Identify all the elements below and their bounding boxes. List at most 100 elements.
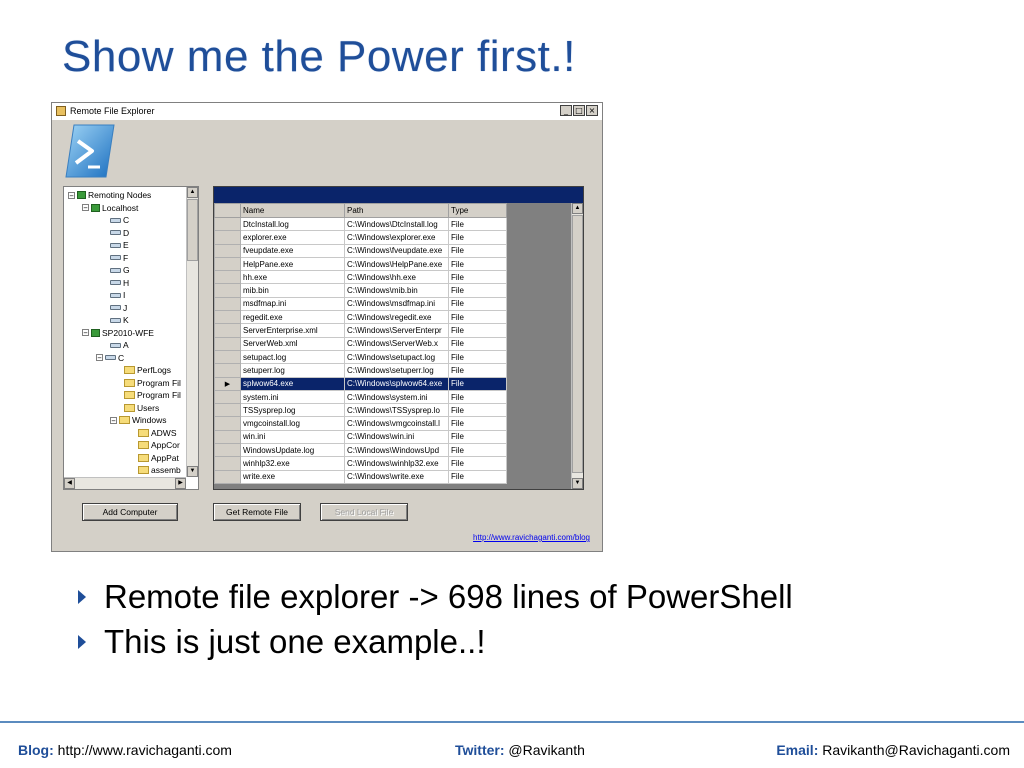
table-row[interactable]: msdfmap.ini C:\Windows\msdfmap.ini File [214,296,507,312]
cell-path[interactable]: C:\Windows\msdfmap.ini [344,296,449,312]
cell-path[interactable]: C:\Windows\WindowsUpd [344,443,449,458]
row-header[interactable] [214,230,241,245]
row-header[interactable] [214,443,241,458]
cell-type[interactable]: File [448,283,507,298]
tree-node-folder[interactable]: AppPat [138,452,179,464]
cell-type[interactable]: File [448,256,507,272]
file-table[interactable]: Name Path Type DtcInstall.log C:\Windows\… [214,203,507,484]
table-row[interactable]: DtcInstall.log C:\Windows\DtcInstall.log F… [214,216,507,232]
scroll-up-icon[interactable]: ▲ [572,203,583,214]
scroll-right-icon[interactable]: ▶ [175,478,186,489]
scroll-up-icon[interactable]: ▲ [187,187,198,198]
tree-node-drive[interactable]: K [110,314,129,326]
cell-path[interactable]: C:\Windows\explorer.exe [344,230,449,245]
tree-node-drive[interactable]: I [110,289,125,301]
cell-type[interactable]: File [448,429,507,445]
cell-name[interactable]: fveupdate.exe [240,243,345,258]
cell-type[interactable]: File [448,270,507,285]
row-header[interactable] [214,456,241,471]
row-header[interactable] [214,310,241,325]
cell-name[interactable]: HelpPane.exe [240,256,345,272]
tree-node-drive[interactable]: J [110,302,127,314]
scroll-thumb[interactable] [187,199,198,261]
blog-link[interactable]: http://www.ravichaganti.com/blog [473,533,590,542]
add-computer-button[interactable]: Add Computer [82,503,178,521]
table-row[interactable]: HelpPane.exe C:\Windows\HelpPane.exe File [214,256,507,272]
cell-type[interactable]: File [448,443,507,458]
cell-path[interactable]: C:\Windows\ServerWeb.x [344,336,449,351]
cell-path[interactable]: C:\Windows\regedit.exe [344,310,449,325]
cell-name[interactable]: win.ini [240,429,345,445]
table-row[interactable]: ▶ splwow64.exe C:\Windows\splwow64.exe File [214,376,507,391]
table-row[interactable]: ServerWeb.xml C:\Windows\ServerWeb.x File [214,336,507,351]
tree-node-sp2010-wfe[interactable]: − SP2010-WFE [82,327,154,339]
tree-node-folder[interactable]: Program Fil [124,389,181,401]
tree-node-folder[interactable]: PerfLogs [124,364,171,376]
cell-name[interactable]: winhlp32.exe [240,456,345,471]
cell-name[interactable]: setuperr.log [240,363,345,378]
table-row[interactable]: ServerEnterprise.xml C:\Windows\ServerEnt… [214,323,507,338]
cell-name[interactable]: explorer.exe [240,230,345,245]
tree-node-drive[interactable]: F [110,252,128,264]
tree-node-drive[interactable]: D [110,227,129,239]
row-header[interactable] [214,296,241,312]
collapse-icon[interactable]: − [82,329,89,337]
cell-type[interactable]: File [448,230,507,245]
row-header[interactable] [214,389,241,405]
table-row[interactable]: vmgcoinstall.log C:\Windows\vmgcoinstall.… [214,416,507,431]
tree-node-drive[interactable]: − C [96,352,124,364]
cell-name[interactable]: mib.bin [240,283,345,298]
tree-node-folder[interactable]: Program Fil [124,377,181,389]
collapse-icon[interactable]: − [68,191,75,199]
table-row[interactable]: win.ini C:\Windows\win.ini File [214,429,507,445]
cell-name[interactable]: vmgcoinstall.log [240,416,345,431]
cell-name[interactable]: msdfmap.ini [240,296,345,312]
scroll-down-icon[interactable]: ▼ [572,478,583,489]
cell-name[interactable]: WindowsUpdate.log [240,443,345,458]
remoting-nodes-tree[interactable]: − Remoting Nodes − Localhost C D E F G H… [63,186,199,490]
cell-type[interactable]: File [448,216,507,232]
row-header[interactable] [214,270,241,285]
row-header[interactable] [214,469,241,484]
cell-type[interactable]: File [448,416,507,431]
tree-node-drive[interactable]: H [110,277,129,289]
table-row[interactable]: fveupdate.exe C:\Windows\fveupdate.exe Fil… [214,243,507,258]
row-header[interactable] [214,216,241,232]
cell-path[interactable]: C:\Windows\win.ini [344,429,449,445]
cell-name[interactable]: hh.exe [240,270,345,285]
cell-type[interactable]: File [448,310,507,325]
scroll-down-icon[interactable]: ▼ [187,466,198,477]
cell-path[interactable]: C:\Windows\DtcInstall.log [344,216,449,232]
cell-type[interactable]: File [448,403,507,418]
row-header[interactable] [214,243,241,258]
cell-path[interactable]: C:\Windows\setupact.log [344,349,449,365]
cell-name[interactable]: splwow64.exe [240,376,345,391]
scroll-left-icon[interactable]: ◀ [64,478,75,489]
cell-path[interactable]: C:\Windows\vmgcoinstall.l [344,416,449,431]
cell-type[interactable]: File [448,456,507,471]
row-header[interactable] [214,283,241,298]
cell-path[interactable]: C:\Windows\fveupdate.exe [344,243,449,258]
row-header[interactable] [214,256,241,272]
tree-node-drive[interactable]: A [110,339,129,351]
cell-name[interactable]: setupact.log [240,349,345,365]
collapse-icon[interactable]: − [110,416,117,424]
cell-type[interactable]: File [448,376,507,391]
cell-type[interactable]: File [448,336,507,351]
table-row[interactable]: setupact.log C:\Windows\setupact.log File [214,349,507,365]
file-grid[interactable]: Name Path Type DtcInstall.log C:\Windows\… [213,186,584,490]
tree-node-folder[interactable]: AppCor [138,439,180,451]
cell-type[interactable]: File [448,296,507,312]
cell-path[interactable]: C:\Windows\ServerEnterpr [344,323,449,338]
row-header[interactable] [214,403,241,418]
cell-name[interactable]: regedit.exe [240,310,345,325]
tree-node-folder[interactable]: assemb [138,464,181,476]
collapse-icon[interactable]: − [96,354,103,362]
row-header[interactable] [214,323,241,338]
table-row[interactable]: system.ini C:\Windows\system.ini File [214,389,507,405]
tree-node-remoting-nodes[interactable]: − Remoting Nodes [68,189,151,201]
cell-path[interactable]: C:\Windows\hh.exe [344,270,449,285]
cell-path[interactable]: C:\Windows\mib.bin [344,283,449,298]
row-header[interactable] [214,416,241,431]
cell-name[interactable]: DtcInstall.log [240,216,345,232]
